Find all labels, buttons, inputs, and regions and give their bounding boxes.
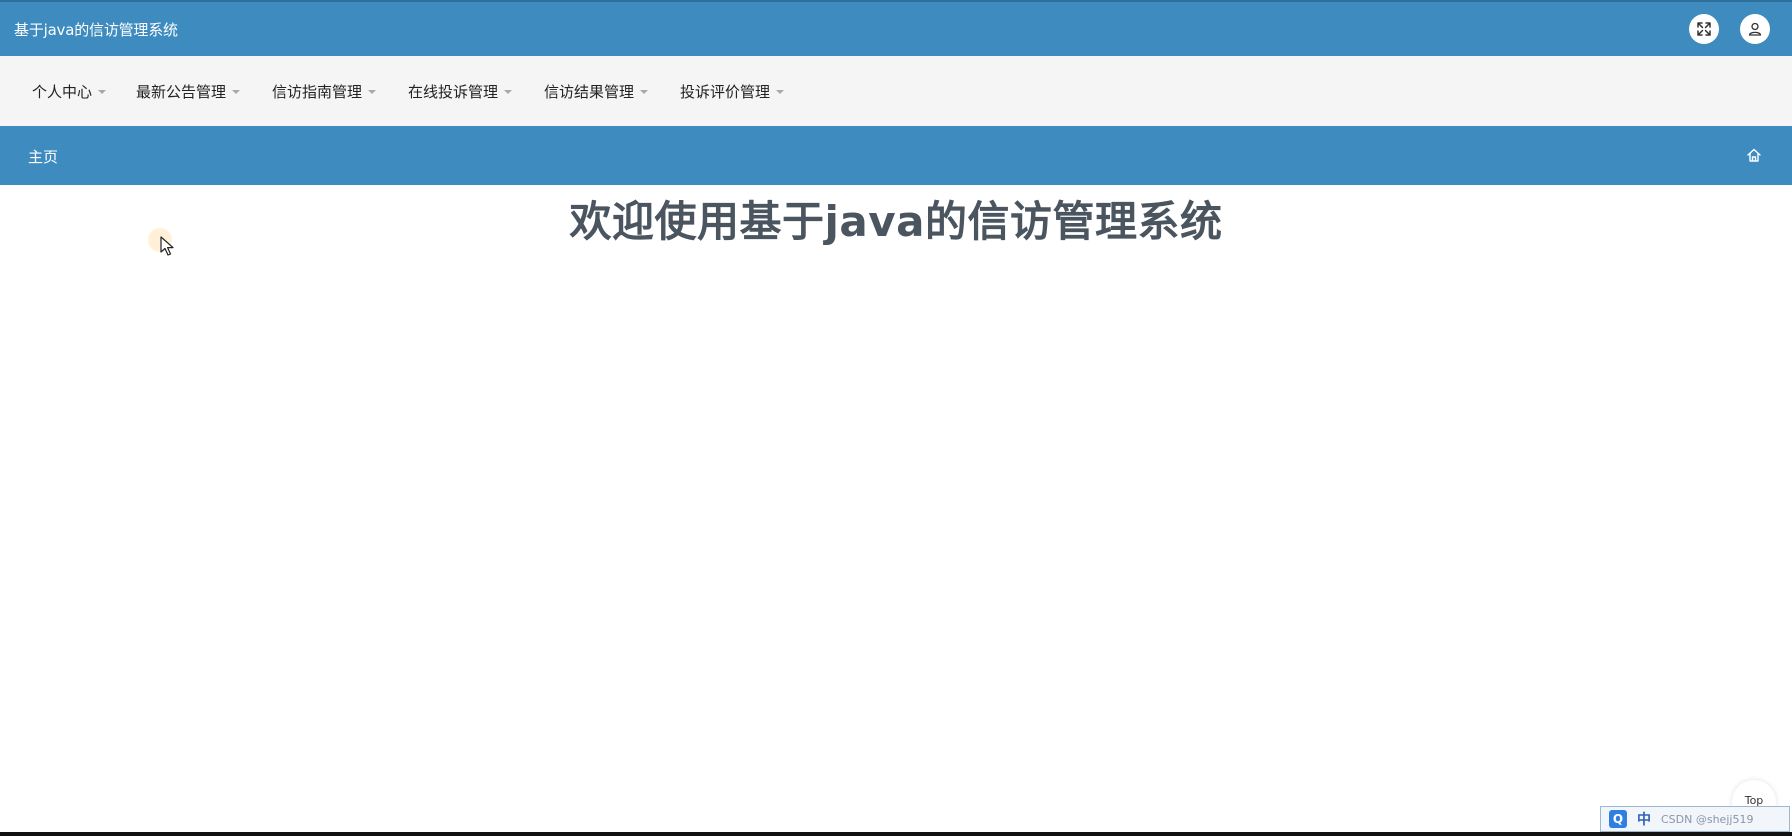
caret-down-icon: [368, 90, 377, 94]
screen-bottom-edge: [0, 832, 1792, 836]
top-header: 基于java的信访管理系统: [0, 0, 1792, 56]
page: 基于java的信访管理系统 个人中心 最新公告管理 信访指南管理 在线投诉管理 …: [0, 0, 1792, 836]
home-icon: [1747, 148, 1761, 162]
nav-item-petition-results[interactable]: 信访结果管理: [544, 80, 649, 102]
nav-item-label: 在线投诉管理: [408, 82, 499, 101]
welcome-heading: 欢迎使用基于java的信访管理系统: [569, 197, 1223, 246]
main-navbar: 个人中心 最新公告管理 信访指南管理 在线投诉管理 信访结果管理 投诉评价管理: [0, 56, 1792, 126]
breadcrumb-home-button[interactable]: [1746, 147, 1762, 163]
ime-toolbar: Q 中 CSDN @shejj519: [1600, 806, 1790, 832]
caret-down-icon: [776, 90, 785, 94]
nav-item-petition-guide[interactable]: 信访指南管理: [272, 80, 377, 102]
user-icon: [1748, 22, 1762, 36]
nav-item-online-complaints[interactable]: 在线投诉管理: [408, 80, 513, 102]
caret-down-icon: [232, 90, 241, 94]
nav-item-label: 投诉评价管理: [680, 82, 771, 101]
breadcrumb: 主页: [0, 126, 1792, 185]
ime-logo-icon[interactable]: Q: [1609, 810, 1627, 828]
fullscreen-button[interactable]: [1689, 14, 1719, 44]
nav-item-personal-center[interactable]: 个人中心: [32, 80, 107, 102]
caret-down-icon: [98, 90, 107, 94]
user-menu-button[interactable]: [1740, 14, 1770, 44]
nav-item-label: 个人中心: [32, 82, 93, 101]
ime-language-toggle[interactable]: 中: [1637, 809, 1651, 829]
nav-item-label: 信访指南管理: [272, 82, 363, 101]
watermark-text: CSDN @shejj519: [1661, 812, 1754, 826]
nav-item-announcements[interactable]: 最新公告管理: [136, 80, 241, 102]
mouse-cursor-icon: [160, 236, 174, 256]
nav-item-label: 最新公告管理: [136, 82, 227, 101]
app-title: 基于java的信访管理系统: [14, 21, 178, 39]
breadcrumb-home-link[interactable]: 主页: [28, 146, 58, 167]
nav-item-complaint-reviews[interactable]: 投诉评价管理: [680, 80, 785, 102]
caret-down-icon: [504, 90, 513, 94]
nav-item-label: 信访结果管理: [544, 82, 635, 101]
fullscreen-toggle-icon: [1697, 22, 1711, 36]
caret-down-icon: [640, 90, 649, 94]
